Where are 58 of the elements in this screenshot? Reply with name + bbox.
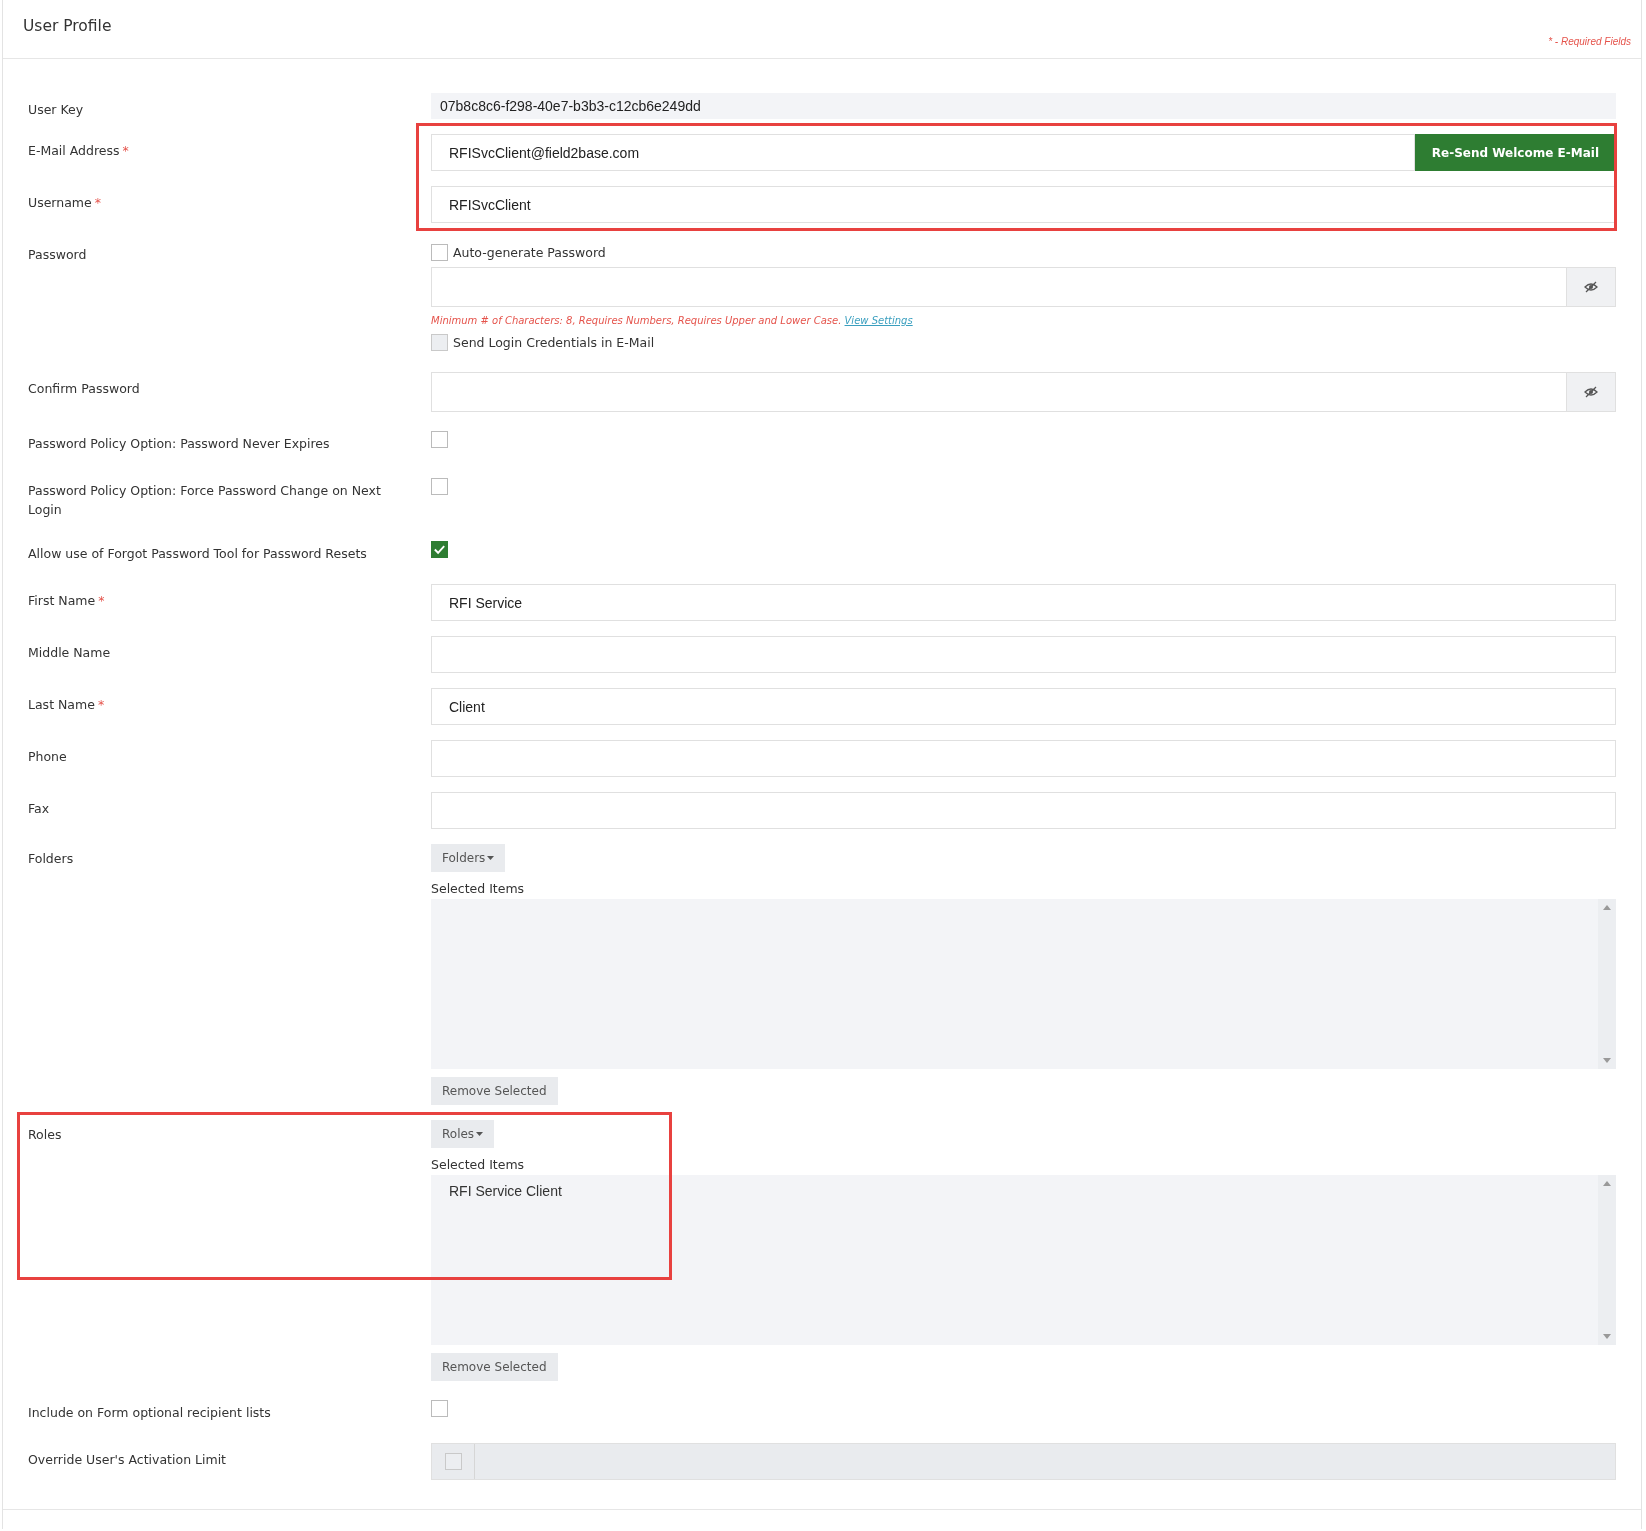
field-label: Password Policy Option: Force Password Change on Next Login <box>28 483 381 517</box>
checkbox-label: Send Login Credentials in E-Mail <box>453 335 655 350</box>
field-label: Password Policy Option: Password Never Expires <box>28 436 331 451</box>
field-label: E-Mail Address * <box>28 143 130 158</box>
list-label: Selected Items <box>431 1157 526 1172</box>
dropdown-button[interactable]: Roles <box>431 1120 495 1148</box>
scroll-up-icon <box>1603 905 1611 910</box>
checkbox-label: Auto-generate Password <box>453 245 606 260</box>
list-label: Selected Items <box>431 881 526 896</box>
remove-selected-button[interactable]: Remove Selected <box>431 1077 558 1105</box>
field-label: Fax <box>28 801 51 816</box>
list-item[interactable]: RFI Service Client <box>449 1183 1580 1199</box>
resend-email-button[interactable]: Re-Send Welcome E-Mail <box>1414 134 1616 171</box>
show-password-button[interactable] <box>1567 372 1616 412</box>
password-field[interactable] <box>431 372 1567 412</box>
field-label: User Key <box>28 102 85 117</box>
field-label: Password <box>28 247 88 262</box>
field-label: Include on Form optional recipient lists <box>28 1405 272 1420</box>
selected-items-list[interactable]: RFI Service Client <box>431 1175 1616 1345</box>
eye-slash-icon <box>1584 281 1598 293</box>
caret-down-icon <box>487 856 495 860</box>
checkbox[interactable] <box>431 1400 448 1417</box>
field-label: First Name * <box>28 593 106 608</box>
show-password-button[interactable] <box>1567 267 1616 307</box>
scroll-down-icon <box>1603 1334 1611 1339</box>
password-field[interactable] <box>431 267 1567 307</box>
page-title: User Profile <box>23 17 112 35</box>
field-label: Allow use of Forgot Password Tool for Password Resets <box>28 546 368 561</box>
checkbox[interactable] <box>431 431 448 448</box>
remove-selected-button[interactable]: Remove Selected <box>431 1353 558 1381</box>
field-label: Username * <box>28 195 102 210</box>
text-field[interactable]: RFISvcClient <box>431 186 1616 223</box>
text-field[interactable]: RFI Service <box>431 584 1616 621</box>
field-label: Last Name * <box>28 697 106 712</box>
checkbox[interactable] <box>431 244 448 261</box>
scroll-down-icon <box>1603 1058 1611 1063</box>
field-label: Middle Name <box>28 645 112 660</box>
user-key-field[interactable]: 07b8c8c6-f298-40e7-b3b3-c12cb6e249dd <box>431 93 1616 119</box>
scroll-up-icon <box>1603 1181 1611 1186</box>
field-label: Folders <box>28 851 75 866</box>
field-label: Roles <box>28 1127 63 1142</box>
checkbox[interactable] <box>431 478 448 495</box>
activation-limit-field[interactable] <box>431 1443 1616 1480</box>
caret-down-icon <box>476 1132 484 1136</box>
password-requirements-text: Minimum # of Characters: 8, Requires Numbers, Requires Upper and Lower Case. View Settings <box>431 315 914 326</box>
required-fields-note: * - Required Fields <box>1548 36 1631 47</box>
selected-items-list[interactable] <box>431 899 1616 1069</box>
text-field[interactable]: Client <box>431 688 1616 725</box>
text-field[interactable] <box>431 792 1616 829</box>
dropdown-button[interactable]: Folders <box>431 844 506 872</box>
text-field[interactable] <box>431 740 1616 777</box>
text-field[interactable] <box>431 636 1616 673</box>
eye-slash-icon <box>1584 386 1598 398</box>
field-label: Phone <box>28 749 68 764</box>
field-label: Override User's Activation Limit <box>28 1452 227 1467</box>
text-field[interactable]: RFISvcClient@field2base.com <box>431 134 1415 171</box>
checkbox[interactable] <box>431 541 448 558</box>
field-label: Confirm Password <box>28 381 141 396</box>
